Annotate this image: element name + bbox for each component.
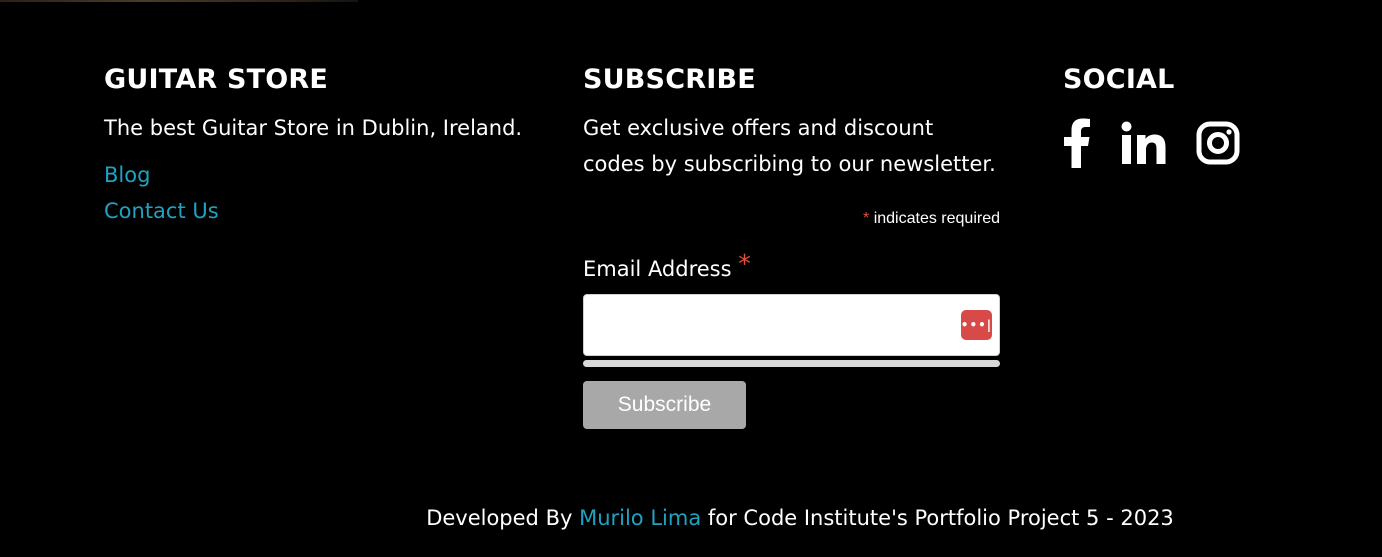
social-column: SOCIAL [1063,62,1303,168]
required-note-text: indicates required [869,210,1000,227]
store-links: Blog Contact Us [104,157,544,229]
social-icons [1063,118,1303,168]
password-manager-icon[interactable]: •••| [961,310,992,340]
credit-suffix: for Code Institute's Portfolio Project 5… [701,506,1174,530]
contact-us-link[interactable]: Contact Us [104,193,544,229]
author-link[interactable]: Murilo Lima [579,506,701,530]
subscribe-column: SUBSCRIBE Get exclusive offers and disco… [583,62,1000,429]
store-tagline: The best Guitar Store in Dublin, Ireland… [104,116,523,140]
facebook-icon[interactable] [1063,118,1091,168]
credit-line: Developed By Murilo Lima for Code Instit… [0,500,1382,536]
credit-prefix: Developed By [426,506,580,530]
footer-section: GUITAR STORE The best Guitar Store in Du… [0,0,1382,557]
social-heading: SOCIAL [1063,64,1175,95]
email-field-wrapper: •••| [583,294,1000,356]
subscribe-description: Get exclusive offers and discount codes … [583,116,996,176]
blog-link[interactable]: Blog [104,157,544,193]
email-required-asterisk: * [738,249,751,278]
instagram-icon[interactable] [1196,121,1240,165]
linkedin-icon[interactable] [1121,121,1166,165]
email-label: Email Address * [583,249,1000,284]
store-heading: GUITAR STORE [104,64,328,95]
hero-image-edge [0,0,358,2]
required-note: * indicates required [583,209,1000,229]
email-field-underline [583,360,1000,367]
subscribe-heading: SUBSCRIBE [583,64,756,95]
email-input[interactable] [584,295,999,355]
store-column: GUITAR STORE The best Guitar Store in Du… [104,62,544,229]
email-label-text: Email Address [583,257,732,281]
subscribe-button[interactable]: Subscribe [583,381,746,429]
